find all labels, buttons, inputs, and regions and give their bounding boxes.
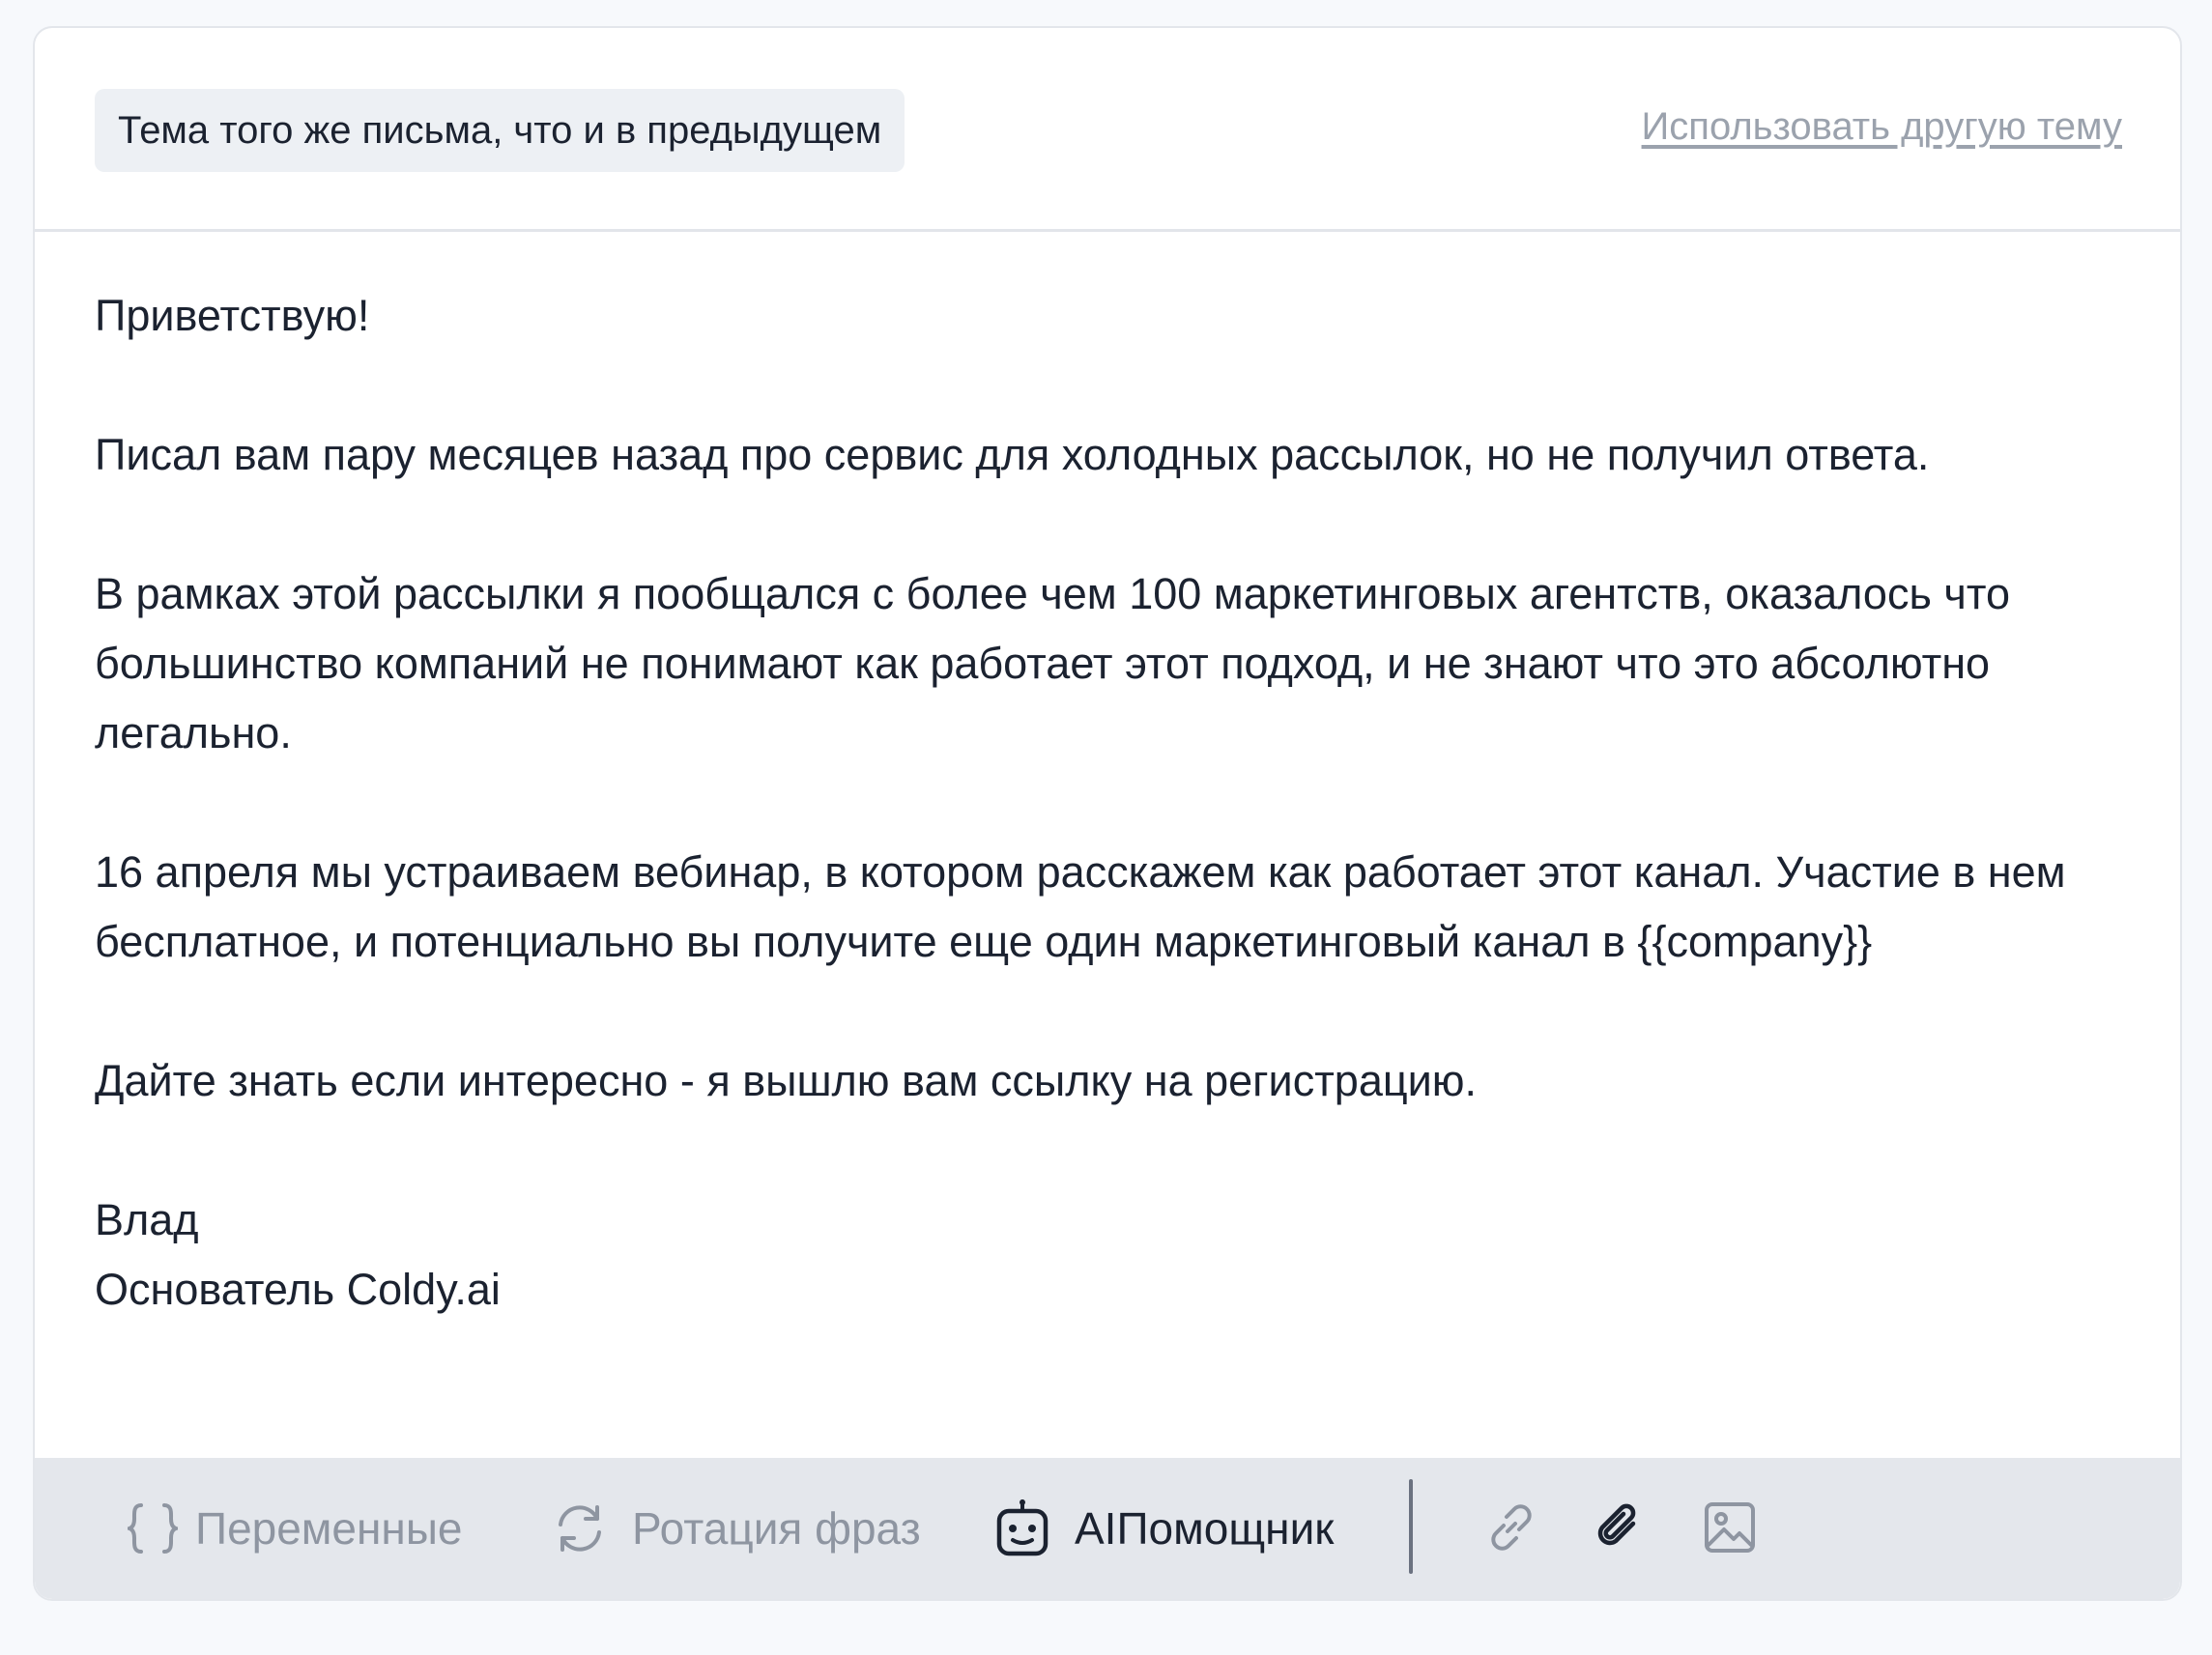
subject-chip[interactable]: Тема того же письма, что и в предыдущем: [95, 89, 905, 172]
toolbar-divider: [1409, 1479, 1413, 1574]
variables-button[interactable]: Переменные: [124, 1490, 462, 1567]
message-body-textarea[interactable]: Приветствую! Писал вам пару месяцев наза…: [95, 281, 2143, 1325]
variables-label: Переменные: [195, 1503, 463, 1554]
link-icon: [1491, 1504, 1532, 1551]
robot-icon: [991, 1498, 1053, 1559]
image-icon: [1705, 1502, 1755, 1553]
paperclip-icon: [1597, 1503, 1636, 1546]
phrase-rotation-button[interactable]: Ротация фраз: [549, 1490, 921, 1567]
insert-link-button[interactable]: [1473, 1489, 1550, 1566]
braces-icon: [124, 1501, 182, 1555]
subject-row: Тема того же письма, что и в предыдущем …: [35, 28, 2180, 232]
ai-assistant-label: AIПомощник: [1075, 1503, 1335, 1554]
attach-file-button[interactable]: [1581, 1489, 1658, 1566]
rotate-icon: [549, 1499, 611, 1557]
ai-assistant-button[interactable]: AIПомощник: [991, 1490, 1334, 1567]
email-editor-card: Тема того же письма, что и в предыдущем …: [33, 26, 2182, 1601]
editor-toolbar: Переменные Ротация фраз AIПомощник: [35, 1458, 2180, 1599]
use-other-subject-link[interactable]: Использовать другую тему: [1642, 105, 2122, 149]
phrase-rotation-label: Ротация фраз: [632, 1503, 921, 1554]
insert-image-button[interactable]: [1691, 1489, 1768, 1566]
